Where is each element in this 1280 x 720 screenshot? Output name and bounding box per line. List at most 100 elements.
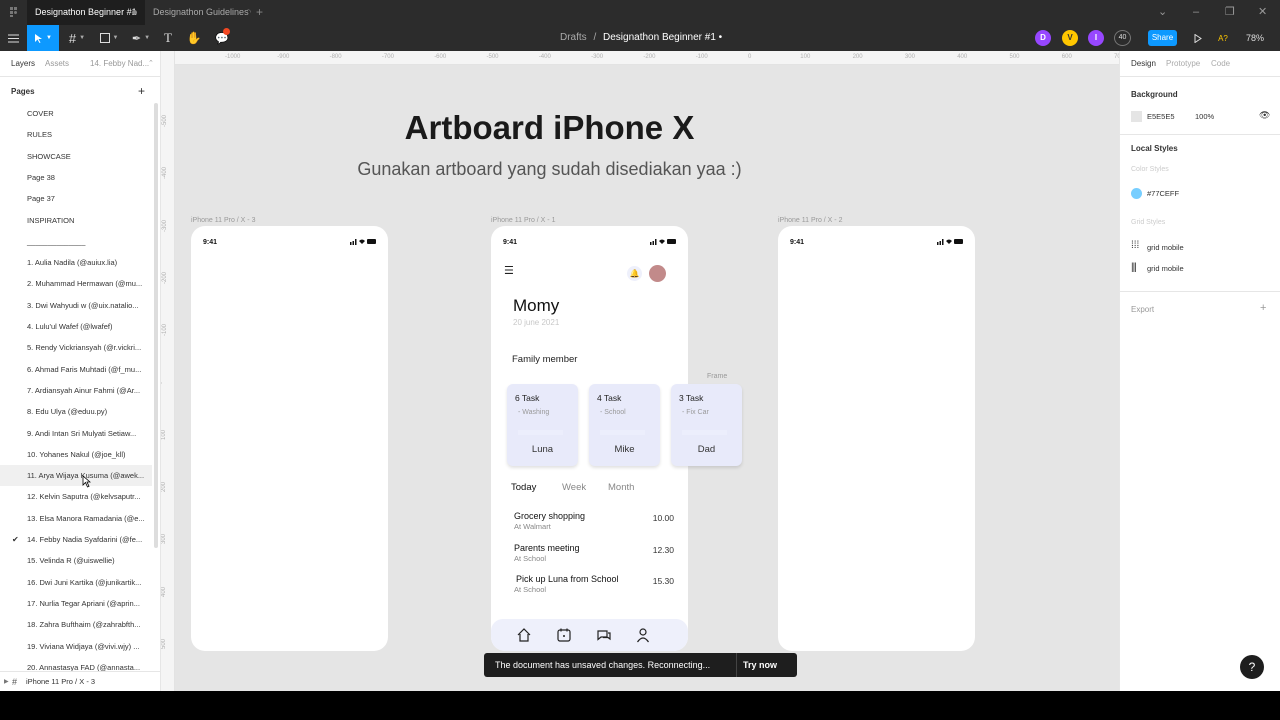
accessibility-check-button[interactable]: A? (1214, 25, 1232, 51)
family-card-luna[interactable]: 6 Task - Washing Luna (507, 384, 578, 466)
shape-tool-button[interactable]: ▼ (96, 25, 122, 51)
figma-logo-icon[interactable] (8, 6, 20, 18)
breadcrumb-drafts[interactable]: Drafts (560, 32, 587, 43)
page-list-item[interactable]: 7. Ardiansyah Ainur Fahmi (@Ar... (0, 380, 152, 401)
page-list-item[interactable]: 10. Yohanes Nakul (@joe_kll) (0, 444, 152, 465)
frame-label[interactable]: iPhone 11 Pro / X - 3 (191, 217, 255, 224)
frame-tag[interactable]: Frame (707, 373, 727, 380)
tab-designathon-guidelines[interactable]: Designathon Guidelines ◝ (145, 0, 255, 25)
share-button[interactable]: Share (1148, 30, 1177, 46)
background-swatch[interactable] (1131, 111, 1142, 122)
background-opacity-input[interactable]: 100% (1195, 112, 1214, 121)
tab-assets[interactable]: Assets (45, 51, 69, 77)
page-list-item[interactable]: 6. Ahmad Faris Muhtadi (@f_mu... (0, 359, 152, 380)
add-page-icon[interactable]: + (138, 84, 145, 98)
iphone-frame-2[interactable]: 9:41 (778, 226, 975, 651)
try-now-button[interactable]: Try now (743, 653, 777, 677)
page-list-item[interactable]: INSPIRATION (0, 210, 152, 231)
color-style-swatch[interactable] (1131, 188, 1142, 199)
page-list-item[interactable]: 11. Arya Wijaya Kusuma (@awek... (0, 465, 152, 487)
page-list-item[interactable]: 9. Andi Intan Sri Mulyati Setiaw... (0, 423, 152, 444)
new-tab-icon[interactable]: + (256, 0, 263, 25)
collaborator-avatar[interactable]: D (1035, 30, 1051, 46)
hamburger-menu-icon[interactable]: ☰ (504, 264, 514, 277)
tab-month[interactable]: Month (608, 482, 634, 493)
grid-style-name[interactable]: grid mobile (1147, 264, 1184, 273)
current-page-selector[interactable]: 14. Febby Nad... (90, 51, 149, 77)
tab-today[interactable]: Today (511, 482, 536, 493)
page-list-item[interactable]: 1. Aulia Nadila (@auiux.lia) (0, 252, 152, 273)
hand-tool-button[interactable]: ✋ (185, 25, 203, 51)
add-export-icon[interactable]: + (1260, 302, 1266, 314)
page-list-item[interactable]: 16. Dwi Juni Kartika (@junikartik... (0, 572, 152, 593)
page-list-item[interactable]: 5. Rendy Vickriansyah (@r.vickri... (0, 337, 152, 358)
viewer-count-badge[interactable]: 40 (1114, 30, 1131, 46)
comment-tool-button[interactable]: 💬 (212, 25, 232, 51)
help-button[interactable]: ? (1240, 655, 1264, 679)
page-list-item[interactable]: 19. Viviana Widjaya (@vivi.wjy) ... (0, 636, 152, 657)
text-tool-button[interactable]: T (160, 25, 176, 51)
pages-scrollbar[interactable] (154, 103, 158, 548)
restore-icon[interactable]: ❐ (1225, 0, 1235, 25)
close-icon[interactable]: ✕ (1258, 0, 1267, 25)
layer-row[interactable]: ▶ # iPhone 11 Pro / X - 3 (0, 671, 160, 691)
page-list-item[interactable]: Page 38 (0, 167, 152, 188)
tab-week[interactable]: Week (562, 482, 586, 493)
expand-arrow-icon[interactable]: ▶ (4, 672, 9, 692)
color-style-name[interactable]: #77CEFF (1147, 189, 1179, 198)
present-button[interactable] (1190, 25, 1206, 51)
grid-style-name[interactable]: grid mobile (1147, 243, 1184, 252)
unsaved-dot-icon (132, 10, 137, 15)
move-tool-button[interactable]: ▼ (27, 25, 59, 51)
page-list-item[interactable]: 8. Edu Ulya (@eduu.py) (0, 401, 152, 422)
page-list-item[interactable]: RULES (0, 124, 152, 145)
minimize-icon[interactable]: – (1193, 0, 1199, 25)
chat-icon[interactable] (596, 627, 612, 643)
tab-design[interactable]: Design (1131, 51, 1156, 77)
page-list-item[interactable]: 15. Velinda R (@uiswellie) (0, 550, 152, 571)
tab-code[interactable]: Code (1211, 51, 1230, 77)
page-list-item[interactable]: SHOWCASE (0, 146, 152, 167)
frame-label[interactable]: iPhone 11 Pro / X - 1 (491, 217, 555, 224)
bell-icon[interactable]: 🔔 (627, 266, 642, 281)
collaborator-avatar[interactable]: I (1088, 30, 1104, 46)
profile-icon[interactable] (635, 627, 651, 643)
page-list-item[interactable]: ✔ 14. Febby Nadia Syafdarini (@fe... (0, 529, 152, 550)
calendar-icon[interactable] (556, 627, 572, 643)
page-name: 14. Febby Nadia Syafdarini (@fe... (27, 535, 143, 544)
page-list-item[interactable]: ______________ (0, 231, 152, 252)
page-list-item[interactable]: 4. Lulu'ul Wafef (@lwafef) (0, 316, 152, 337)
zoom-level[interactable]: 78% (1246, 25, 1264, 51)
breadcrumb-file-name[interactable]: Designathon Beginner #1 (603, 32, 716, 43)
ruler-tick-label: -100 (695, 54, 708, 60)
page-list-item[interactable]: Page 37 (0, 188, 152, 209)
page-list-item[interactable]: 13. Elsa Manora Ramadania (@e... (0, 508, 152, 529)
tab-layers[interactable]: Layers (11, 51, 35, 77)
page-list-item[interactable]: 3. Dwi Wahyudi w (@uix.natalio... (0, 295, 152, 316)
page-list-item[interactable]: 2. Muhammad Hermawan (@mu... (0, 273, 152, 294)
family-card-mike[interactable]: 4 Task - School Mike (589, 384, 660, 466)
chevron-down-icon: ▼ (46, 35, 52, 41)
background-hex-input[interactable]: E5E5E5 (1147, 112, 1175, 121)
page-list-item[interactable]: 17. Nurlia Tegar Apriani (@aprin... (0, 593, 152, 614)
frame-label[interactable]: iPhone 11 Pro / X - 2 (778, 217, 842, 224)
tab-designathon-beginner[interactable]: Designathon Beginner #1 (27, 0, 145, 25)
main-menu-icon[interactable] (4, 25, 22, 51)
chevron-up-icon[interactable]: ⌃ (148, 51, 154, 77)
frame-tool-button[interactable]: # ▼ (64, 25, 90, 51)
design-canvas[interactable]: -1000 -900 -800 -700 -600 -500 -400 -300 -200 -10… (161, 51, 1119, 691)
layer-name: iPhone 11 Pro / X - 3 (26, 677, 96, 686)
page-name: 18. Zahra Bufthaim (@zahrabfth... (27, 620, 141, 630)
avatar[interactable] (649, 265, 666, 282)
page-list-item[interactable]: COVER (0, 103, 152, 124)
tab-prototype[interactable]: Prototype (1166, 51, 1200, 77)
iphone-frame-3[interactable]: 9:41 (191, 226, 388, 651)
eye-icon[interactable]: 👁 (1259, 110, 1270, 121)
pen-tool-button[interactable]: ✒ ▼ (128, 25, 154, 51)
home-icon[interactable] (516, 627, 532, 643)
chevron-down-icon[interactable]: ⌄ (1158, 0, 1167, 25)
page-list-item[interactable]: 12. Kelvin Saputra (@kelvsaputr... (0, 486, 152, 507)
page-list-item[interactable]: 18. Zahra Bufthaim (@zahrabfth... (0, 614, 152, 635)
family-card-dad[interactable]: 3 Task - Fix Car Dad (671, 384, 742, 466)
collaborator-avatar[interactable]: V (1062, 30, 1078, 46)
